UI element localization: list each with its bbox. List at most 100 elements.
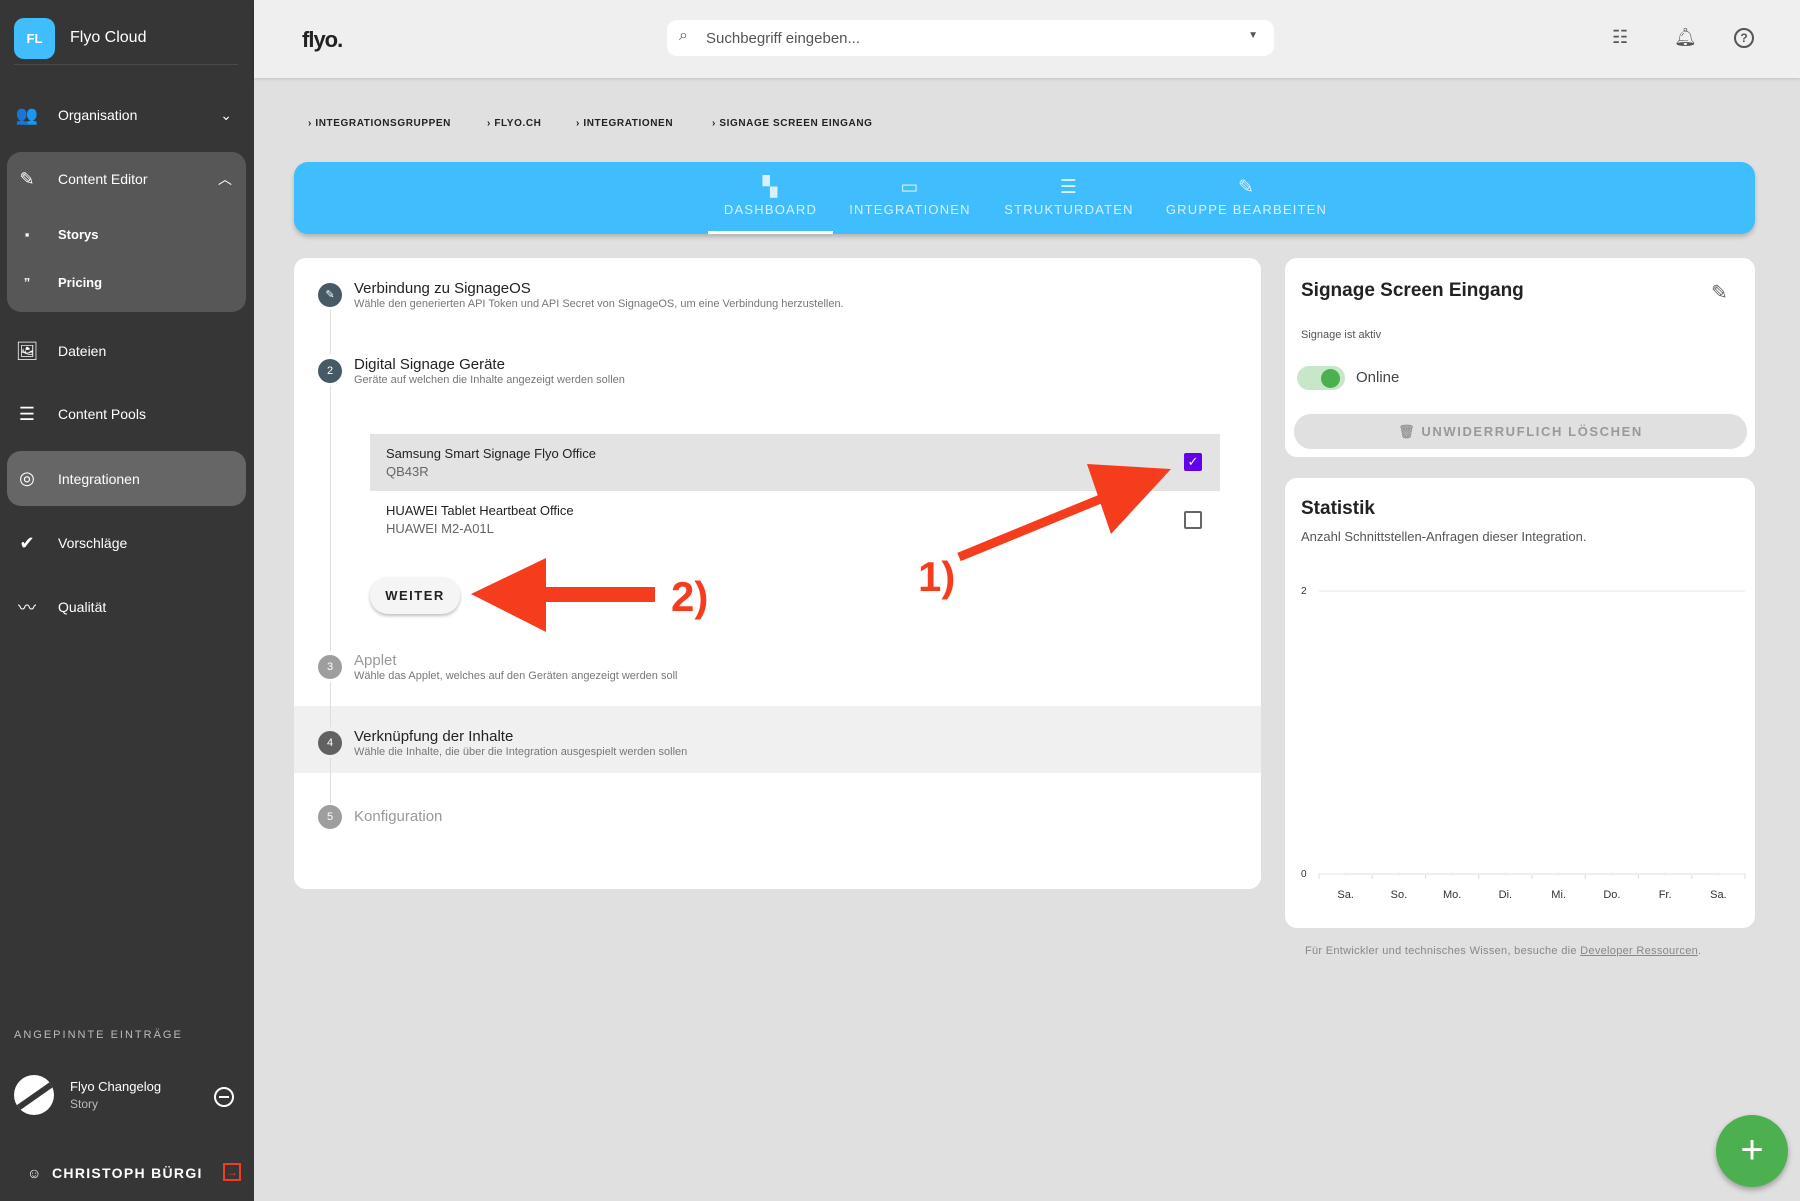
breadcrumb-item[interactable]: › SIGNAGE SCREEN EINGANG [712,118,873,129]
y-tick-label: 0 [1301,869,1307,880]
calendar-icon: ▭ [900,177,920,198]
y-tick-label: 2 [1301,586,1307,597]
device-name: HUAWEI Tablet Heartbeat Office [386,503,574,518]
table-icon: ☰ [1059,177,1079,198]
check-circle-icon: ✔ [19,532,35,553]
annotation-2: 2) [671,573,709,620]
step-title[interactable]: Konfiguration [354,808,442,825]
step-title[interactable]: Applet [354,652,397,669]
people-icon: 👥 [15,104,39,125]
step-subtitle: Geräte auf welchen die Inhalte angezeigt… [354,374,625,386]
pulse-icon: 〰 [18,598,36,618]
data-point [1397,872,1401,876]
sidebar-item-vorschlaege[interactable]: ✔ Vorschläge [7,518,246,568]
list-icon[interactable]: ☷ [1612,27,1628,48]
x-tick-label: So. [1391,889,1408,901]
sidebar-item-pricing[interactable]: ” Pricing [7,257,246,307]
sidebar-item-content-editor[interactable]: ✎ Content Editor ︿ [7,154,246,204]
stepper-card [294,258,1261,889]
x-tick-label: Sa. [1337,889,1354,901]
label: Pricing [58,274,103,290]
breadcrumb-item[interactable]: › FLYO.CH [487,118,541,129]
unpin-icon[interactable] [214,1087,234,1107]
sidebar-item-organisation[interactable]: 👥 Organisation ⌄ [7,90,246,140]
info-card: Signage Screen Eingang ✎ Signage ist akt… [1285,258,1755,457]
developer-link[interactable]: Developer Ressourcen [1580,945,1698,957]
breadcrumb-item[interactable]: › INTEGRATIONEN [576,118,673,129]
pinned-heading: ANGEPINNTE EINTRÄGE [14,1029,183,1041]
step-title[interactable]: Verknüpfung der Inhalte [354,728,513,745]
pinned-type: Story [70,1097,99,1111]
tab-integrationen[interactable]: ▭ INTEGRATIONEN [840,162,980,234]
delete-button[interactable]: 🗑︎ UNWIDERRUFLICH LÖSCHEN [1294,414,1747,449]
divider [14,64,238,65]
device-model: QB43R [386,464,429,479]
step-edit-icon[interactable]: ✎ [318,283,342,307]
breadcrumb-item[interactable]: › INTEGRATIONSGRUPPEN [308,118,451,129]
device-model: HUAWEI M2-A01L [386,521,494,536]
step-number: 4 [318,731,342,755]
pinned-title[interactable]: Flyo Changelog [70,1079,161,1094]
label: Integrationen [58,470,140,487]
sidebar-item-dateien[interactable]: 🖼 Dateien [7,326,246,376]
search-input[interactable]: ⌕ Suchbegriff eingeben... ▼ [667,20,1274,56]
weiter-button[interactable]: WEITER [370,577,460,614]
step-number: 5 [318,805,342,829]
status-text: Online [1356,369,1400,386]
footer-text: Für Entwickler und technisches Wissen, b… [1305,945,1702,957]
sidebar-item-content-pools[interactable]: ☰ Content Pools [7,389,246,439]
label: Organisation [58,107,138,123]
pencil-icon: ✎ [1237,177,1256,198]
dashboard-icon: ▚ [762,177,779,198]
label: STRUKTURDATEN [1004,202,1134,217]
label: INTEGRATIONEN [849,202,971,217]
x-tick-label: Mi. [1551,889,1566,901]
label: Content Pools [58,406,146,422]
data-point [1557,872,1561,876]
step-subtitle: Wähle das Applet, welches auf den Geräte… [354,670,678,682]
data-point [1450,872,1454,876]
quote-icon: ” [23,274,31,290]
user-icon: ☺ [27,1165,42,1181]
logo[interactable]: flyo. [302,27,343,53]
label: DASHBOARD [723,202,818,217]
bell-icon[interactable]: 🔔︎ [1674,27,1697,48]
user-name[interactable]: CHRISTOPH BÜRGI [52,1165,203,1181]
device-checkbox[interactable] [1184,511,1202,529]
label: Storys [58,226,99,242]
help-icon[interactable]: ? [1734,28,1754,48]
online-toggle[interactable] [1297,366,1345,390]
tab-strukturdaten[interactable]: ☰ STRUKTURDATEN [999,162,1139,234]
data-point [1344,872,1348,876]
label: Content Editor [58,171,148,187]
device-row[interactable]: HUAWEI Tablet Heartbeat Office HUAWEI M2… [370,491,1220,549]
dropdown-arrow-icon[interactable]: ▼ [1248,30,1258,41]
x-tick-label: Di. [1499,889,1512,901]
add-fab-button[interactable]: + [1716,1115,1788,1187]
logout-icon[interactable]: → [223,1163,241,1181]
step-title[interactable]: Verbindung zu SignageOS [354,280,531,297]
device-row[interactable]: Samsung Smart Signage Flyo Office QB43R [370,434,1220,491]
trash-icon: 🗑︎ [1398,424,1422,439]
label: UNWIDERRUFLICH LÖSCHEN [1421,424,1643,439]
device-checkbox-checked[interactable]: ✓ [1184,453,1202,471]
stats-chart: 0 2 Sa. So. Mo. Di. Mi. Do. Fr. Sa. [1301,586,1746,901]
data-point [1716,872,1720,876]
data-point [1503,872,1507,876]
app-name[interactable]: Flyo Cloud [70,29,146,47]
sidebar-item-integrationen[interactable]: ◎ Integrationen [7,451,246,506]
tab-gruppe-bearbeiten[interactable]: ✎ GRUPPE BEARBEITEN [1159,162,1334,234]
chevron-up-icon: ︿ [218,171,232,187]
comment-icon: ▪ [24,226,30,242]
sidebar-item-qualitaet[interactable]: 〰 Qualität [7,582,246,632]
pencil-icon: ✎ [19,168,35,189]
sidebar-item-storys[interactable]: ▪ Storys [7,209,246,259]
images-icon: 🖼 [15,340,39,361]
edit-icon[interactable]: ✎ [1711,280,1728,305]
step-subtitle: Wähle die Inhalte, die über die Integrat… [354,746,688,758]
x-tick-label: Fr. [1659,889,1672,901]
label: Vorschläge [58,535,128,551]
step-title[interactable]: Digital Signage Geräte [354,356,505,373]
tab-dashboard[interactable]: ▚ DASHBOARD [708,162,833,234]
data-point [1663,872,1667,876]
